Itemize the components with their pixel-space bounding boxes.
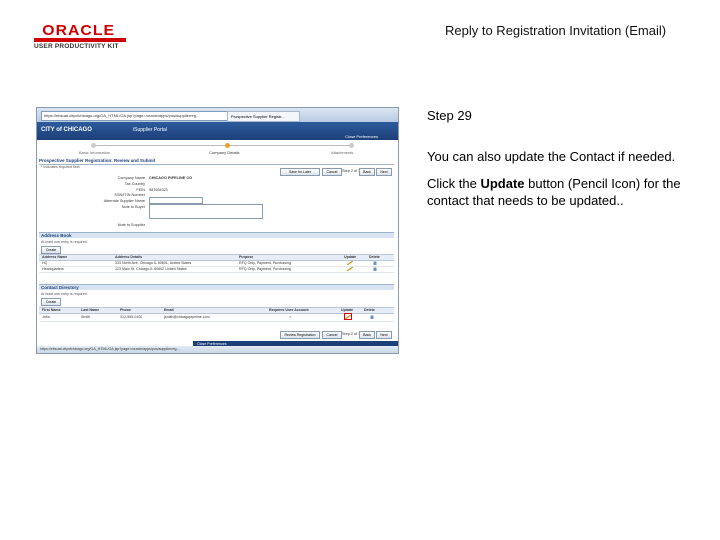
address-required-note: At least one entry is required. (41, 240, 88, 244)
contact-create-button[interactable]: Create (41, 298, 61, 306)
instruction-para-2: Click the Update button (Pencil Icon) fo… (427, 175, 692, 209)
instruction-para-1: You can also update the Contact if neede… (427, 149, 676, 164)
address-create-button[interactable]: Create (41, 246, 61, 254)
oracle-upk-logo: ORACLE USER PRODUCTIVITY KIT (34, 22, 126, 50)
train-step-3 (349, 143, 354, 148)
instr-bold: Update (480, 176, 525, 191)
address-bar[interactable]: https://ebsuat.cityofchicago.org/OA_HTML… (41, 111, 230, 121)
city-logo: CITY of CHICAGO (41, 127, 92, 133)
company-name-value: CHICAGO PIPELINE CO (149, 176, 193, 180)
contact-first-name-cell: John (42, 315, 50, 319)
train-line (93, 145, 353, 146)
header-links[interactable]: Close Preferences (345, 134, 378, 139)
contact-required-note: At least one entry is required. (41, 292, 88, 296)
back-button[interactable]: Back (359, 168, 375, 176)
train-step-2 (225, 143, 230, 148)
pencil-icon[interactable] (347, 261, 353, 265)
logo-subtitle: USER PRODUCTIVITY KIT (34, 43, 119, 50)
train-label-1: Basic Information (79, 150, 110, 155)
browser-status-bar: https://ebsuat.cityofchicago.org/OA_HTML… (37, 346, 398, 353)
review-registration-button[interactable]: Review Registration (280, 331, 320, 339)
fein-value: 987654321 (149, 188, 169, 192)
address-details-cell: 123 Main St, Chicago IL 60602 United Sta… (115, 267, 187, 271)
company-name-label: Company Name (117, 176, 145, 180)
form-heading: Prospective Supplier Registration: Revie… (39, 158, 394, 165)
browser-tab[interactable]: Prospective Supplier Registr... (227, 111, 300, 122)
application-screenshot: https://ebsuat.cityofchicago.org/OA_HTML… (36, 107, 399, 354)
page-title: Reply to Registration Invitation (Email) (445, 23, 667, 38)
status-text: https://ebsuat.cityofchicago.org/OA_HTML… (40, 347, 180, 351)
contact-last-name-cell: Smith (81, 315, 91, 319)
table-row: John Smith 312-555-0100 jsmith@chicagopi… (39, 313, 394, 322)
tax-country-label: Tax Country (124, 182, 145, 186)
train-label-2: Company Details (209, 150, 240, 155)
step-label: Step 29 (427, 108, 472, 123)
table-row: Headquarters 123 Main St, Chicago IL 606… (39, 266, 394, 273)
cancel-button[interactable]: Cancel (322, 168, 342, 176)
browser-toolbar: https://ebsuat.cityofchicago.org/OA_HTML… (37, 108, 398, 122)
trash-icon[interactable] (372, 261, 378, 265)
note-buyer-textarea[interactable] (149, 204, 263, 219)
logo-underline (34, 38, 126, 42)
contact-email-cell: jsmith@chicagopipeline.com (164, 315, 210, 319)
train-label-3: Attachments (331, 150, 354, 155)
pencil-icon[interactable] (347, 267, 353, 271)
note-buyer-label: Note to Buyer (121, 205, 145, 209)
update-button-highlight[interactable] (344, 313, 352, 320)
logo-brand: ORACLE (42, 22, 116, 39)
step-indicator-bottom: Step 2 of 3 (342, 332, 361, 336)
instr-pre: Click the (427, 176, 481, 191)
app-title: iSupplier Portal (133, 127, 167, 133)
next-button-bottom[interactable]: Next (376, 331, 392, 339)
cancel-button-bottom[interactable]: Cancel (322, 331, 342, 339)
process-train: Basic Information Company Details Attach… (37, 140, 398, 156)
instructions: You can also update the Contact if neede… (427, 148, 692, 219)
address-purpose-cell: RFQ Only, Payment, Purchasing (239, 267, 291, 271)
contact-directory-header: Contact Directory (39, 284, 394, 290)
step-indicator: Step 2 of 3 (342, 169, 361, 173)
address-name-cell: Headquarters (42, 267, 64, 271)
train-step-1 (91, 143, 96, 148)
note-supplier-label: Note to Supplier (117, 223, 145, 227)
trash-icon[interactable] (372, 267, 378, 271)
save-for-later-button[interactable]: Save for Later (280, 168, 320, 176)
address-book-header: Address Book (39, 232, 394, 238)
alt-name-input[interactable] (149, 197, 203, 204)
contact-phone-cell: 312-555-0100 (120, 315, 143, 319)
back-button-bottom[interactable]: Back (359, 331, 375, 339)
contact-account-check: ✓ (289, 315, 293, 319)
next-button[interactable]: Next (376, 168, 392, 176)
ssn-label: SSN/ITIN Number (114, 193, 145, 197)
app-header: CITY of CHICAGO iSupplier Portal Close P… (37, 122, 398, 140)
alt-name-label: Alternate Supplier Name (103, 199, 145, 203)
trash-icon[interactable] (369, 315, 375, 319)
required-note: * Indicates required field (41, 165, 80, 169)
